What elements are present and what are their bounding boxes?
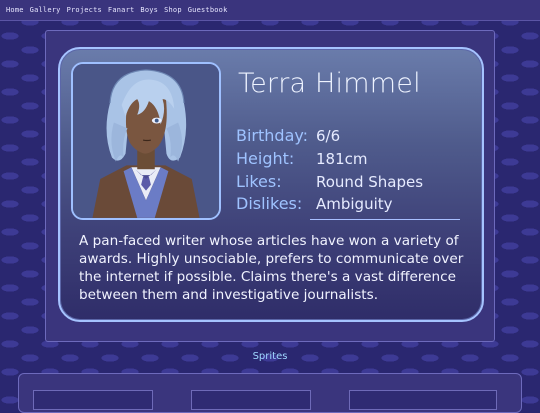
sprite-thumbnail[interactable] [191,390,311,410]
sprite-thumbnail[interactable] [349,390,497,410]
nav-home[interactable]: Home [6,6,24,14]
dislikes-label: Dislikes: [236,194,303,213]
character-name: Terra Himmel [238,68,421,99]
top-navbar: Home Gallery Projects Fanart Boys Shop G… [0,0,540,21]
birthday-label: Birthday: [236,126,309,145]
nav-gallery[interactable]: Gallery [30,6,61,14]
stats-divider [310,219,460,220]
nav-fanart[interactable]: Fanart [108,6,135,14]
nav-boys[interactable]: Boys [140,6,158,14]
nav-shop[interactable]: Shop [164,6,182,14]
height-value: 181cm [316,150,368,168]
dislikes-value: Ambiguity [316,195,393,213]
character-description: A pan-faced writer whose articles have w… [79,233,464,303]
height-label: Height: [236,149,295,168]
sprites-heading: Sprites [252,351,288,362]
likes-value: Round Shapes [316,173,424,191]
character-illustration [73,64,219,218]
birthday-value: 6/6 [316,127,341,145]
sprite-thumbnail[interactable] [33,390,153,410]
character-portrait [71,62,221,220]
nav-projects[interactable]: Projects [67,6,102,14]
likes-label: Likes: [236,172,282,191]
nav-guestbook[interactable]: Guestbook [188,6,228,14]
